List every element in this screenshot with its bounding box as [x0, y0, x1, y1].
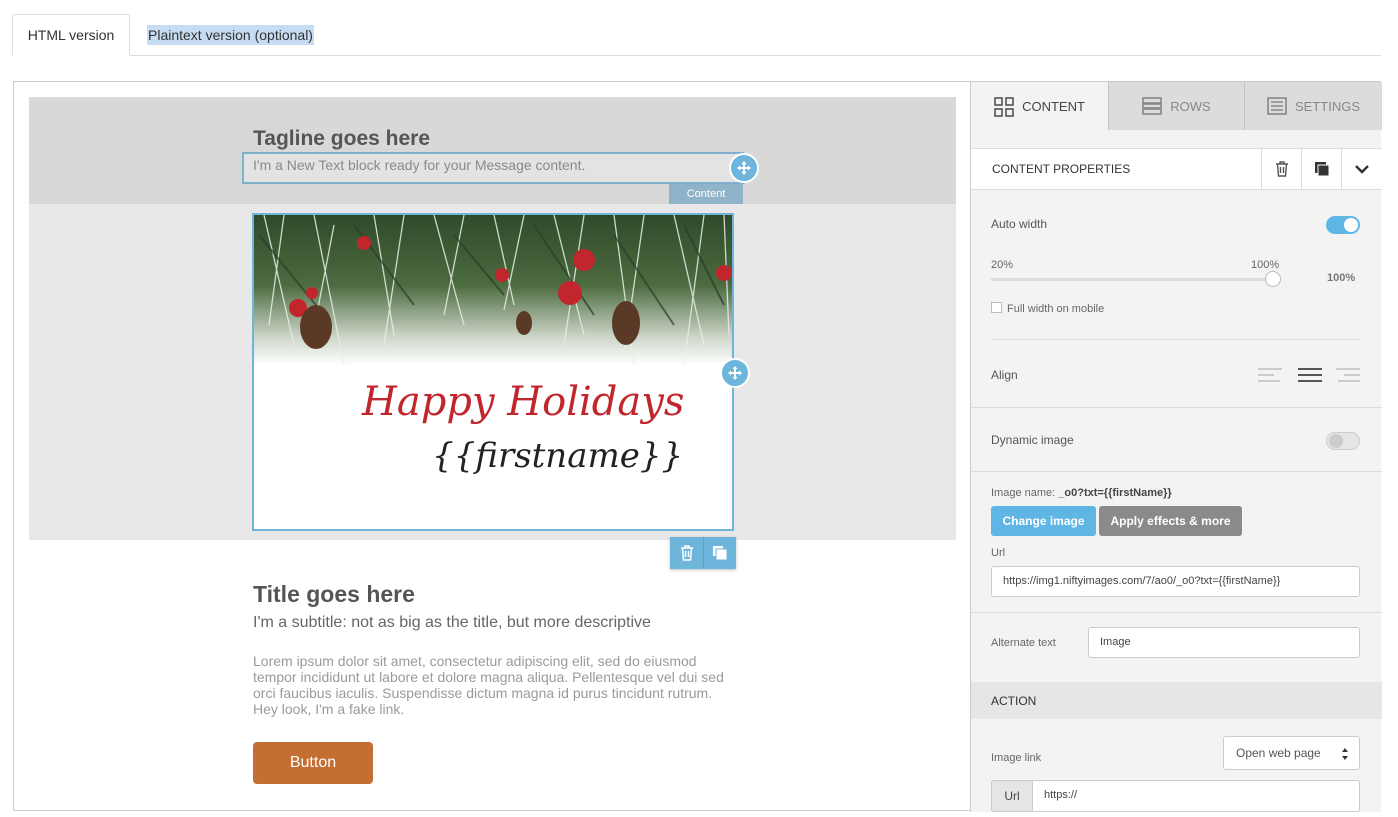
change-image-button[interactable]: Change image — [991, 506, 1096, 536]
full-width-mobile-checkbox[interactable] — [991, 302, 1002, 313]
align-label: Align — [991, 368, 1018, 382]
panel-tabs: CONTENT ROWS SETTINGS — [971, 82, 1382, 131]
email-subtitle[interactable]: I'm a subtitle: not as big as the title,… — [253, 614, 651, 632]
content-properties-header: CONTENT PROPERTIES — [971, 148, 1382, 190]
divider — [971, 612, 1382, 613]
image-link-option: Open web page — [1236, 746, 1321, 760]
email-body-text[interactable]: Lorem ipsum dolor sit amet, consectetur … — [253, 653, 733, 717]
content-type-tag: Content — [669, 184, 743, 204]
alt-text-field[interactable]: Image — [1088, 627, 1360, 658]
select-arrows-icon — [1342, 748, 1348, 760]
duplicate-block-icon[interactable] — [703, 537, 736, 569]
properties-panel: CONTENT ROWS SETTINGS CONTENT PROPERTIES — [970, 82, 1382, 812]
editor-version-tabs: HTML version Plaintext version (optional… — [0, 0, 1398, 56]
alt-text-label: Alternate text — [991, 637, 1056, 649]
apply-effects-button[interactable]: Apply effects & more — [1099, 506, 1242, 536]
align-center-icon[interactable] — [1298, 368, 1322, 384]
email-title[interactable]: Title goes here — [253, 581, 415, 608]
image-name-value: _o0?txt={{firstName}} — [1058, 487, 1172, 499]
tagline-text[interactable]: Tagline goes here — [253, 127, 430, 151]
email-canvas: Tagline goes here I'm a New Text block r… — [29, 97, 956, 817]
email-editor: Tagline goes here I'm a New Text block r… — [13, 81, 1382, 812]
width-slider-handle[interactable] — [1265, 271, 1281, 287]
toggle-knob — [1329, 434, 1343, 448]
dynamic-image-toggle[interactable] — [1326, 432, 1360, 450]
collapse-button[interactable] — [1341, 149, 1381, 189]
chevron-down-icon — [1354, 165, 1369, 174]
settings-doc-icon — [1267, 97, 1287, 115]
holiday-image[interactable]: Happy Holidays {{firstname}} — [252, 213, 734, 531]
slider-min-label: 20% — [991, 259, 1014, 271]
divider — [971, 407, 1382, 408]
tab-content[interactable]: CONTENT — [971, 82, 1108, 131]
tagline-row[interactable] — [29, 97, 956, 204]
tab-rows-label: ROWS — [1170, 98, 1211, 114]
tab-plaintext-version[interactable]: Plaintext version (optional) — [147, 25, 314, 45]
image-name-token: {{firstname}} — [432, 436, 683, 476]
image-name-label: Image name: — [991, 487, 1056, 499]
tab-html-version[interactable]: HTML version — [12, 14, 130, 56]
image-headline: Happy Holidays — [361, 379, 684, 425]
image-url-label: Url — [991, 547, 1006, 559]
action-section-header: ACTION — [971, 682, 1382, 719]
image-name: Image name: _o0?txt={{firstName}} — [991, 487, 1172, 499]
link-url-field[interactable]: https:// — [1032, 780, 1360, 812]
auto-width-toggle[interactable] — [1326, 216, 1360, 234]
image-link-select[interactable]: Open web page — [1223, 736, 1360, 770]
full-width-mobile-label: Full width on mobile — [1007, 303, 1105, 315]
tab-settings-label: SETTINGS — [1294, 98, 1360, 114]
tab-content-label: CONTENT — [1022, 99, 1085, 114]
holiday-image-art: Happy Holidays {{firstname}} — [254, 215, 732, 529]
image-block-toolbar — [670, 537, 736, 569]
duplicate-content-button[interactable] — [1301, 149, 1341, 189]
image-move-handle-icon[interactable] — [720, 358, 750, 388]
link-url-prefix: Url — [991, 780, 1033, 812]
content-properties-title: CONTENT PROPERTIES — [992, 162, 1131, 176]
new-text-block[interactable]: I'm a New Text block ready for your Mess… — [242, 152, 744, 184]
trash-icon — [1275, 161, 1288, 177]
divider — [991, 339, 1360, 340]
image-link-label: Image link — [991, 752, 1042, 764]
width-slider-track[interactable] — [991, 278, 1277, 281]
width-value: 100% — [1327, 272, 1356, 284]
tab-settings[interactable]: SETTINGS — [1245, 82, 1382, 130]
tabs-baseline — [12, 55, 1381, 56]
divider — [971, 471, 1382, 472]
auto-width-label: Auto width — [991, 217, 1048, 231]
image-url-field[interactable]: https://img1.niftyimages.com/7/ao0/_o0?t… — [991, 566, 1360, 597]
action-title: ACTION — [991, 694, 1037, 708]
move-handle-icon[interactable] — [729, 153, 759, 183]
grid-icon — [994, 96, 1014, 117]
toggle-knob — [1344, 218, 1358, 232]
duplicate-icon — [1314, 162, 1329, 177]
delete-block-icon[interactable] — [670, 537, 703, 569]
align-right-icon[interactable] — [1336, 368, 1360, 384]
rows-icon — [1142, 97, 1163, 115]
email-cta-button[interactable]: Button — [253, 742, 373, 784]
slider-max-label: 100% — [1251, 259, 1280, 271]
tab-rows[interactable]: ROWS — [1109, 82, 1244, 130]
align-left-icon[interactable] — [1258, 368, 1282, 384]
delete-content-button[interactable] — [1261, 149, 1301, 189]
dynamic-image-label: Dynamic image — [991, 433, 1074, 447]
